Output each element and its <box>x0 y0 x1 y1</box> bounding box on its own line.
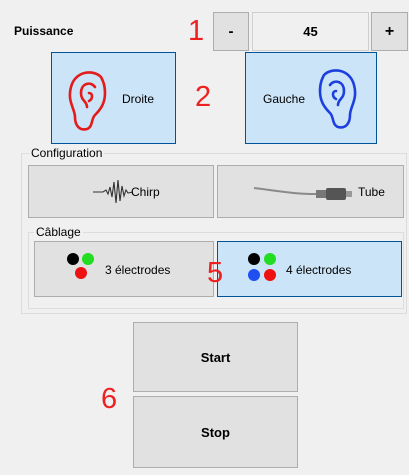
chirp-waveform-icon <box>93 178 134 206</box>
annotation-5: 5 <box>207 257 224 289</box>
power-decrease-button[interactable]: - <box>213 12 249 51</box>
plus-label: + <box>384 22 395 40</box>
cabling-title: Câblage <box>34 225 83 239</box>
stop-button[interactable]: Stop <box>133 396 298 468</box>
annotation-1: 1 <box>188 15 205 47</box>
annotation-2: 2 <box>195 81 212 113</box>
right-ear-icon <box>65 67 113 133</box>
left-ear-label: Gauche <box>263 92 306 106</box>
tube-cable-icon <box>252 182 354 204</box>
right-ear-button[interactable]: Droite <box>51 52 176 144</box>
power-increase-button[interactable]: + <box>371 12 408 51</box>
start-label: Start <box>200 349 231 365</box>
stop-label: Stop <box>201 424 230 440</box>
four-electrodes-icon <box>248 252 278 286</box>
minus-label: - <box>228 23 234 40</box>
four-electrodes-label: 4 électrodes <box>286 263 352 277</box>
start-button[interactable]: Start <box>133 322 298 392</box>
chirp-button[interactable]: Chirp <box>28 165 214 218</box>
chirp-label: Chirp <box>131 185 160 199</box>
right-ear-label: Droite <box>122 92 155 106</box>
power-label: Puissance <box>14 24 74 38</box>
three-electrodes-button[interactable]: 3 électrodes <box>34 241 214 297</box>
left-ear-button[interactable]: Gauche <box>245 52 377 144</box>
four-electrodes-button[interactable]: 4 électrodes <box>217 241 402 297</box>
left-ear-icon <box>312 65 360 133</box>
three-electrodes-icon <box>67 252 95 286</box>
power-value: 45 <box>303 24 318 39</box>
power-value-field[interactable]: 45 <box>252 12 369 51</box>
tube-button[interactable]: Tube <box>217 165 404 218</box>
three-electrodes-label: 3 électrodes <box>105 263 171 277</box>
tube-label: Tube <box>358 185 385 199</box>
configuration-title: Configuration <box>29 146 105 160</box>
annotation-6: 6 <box>101 383 118 415</box>
